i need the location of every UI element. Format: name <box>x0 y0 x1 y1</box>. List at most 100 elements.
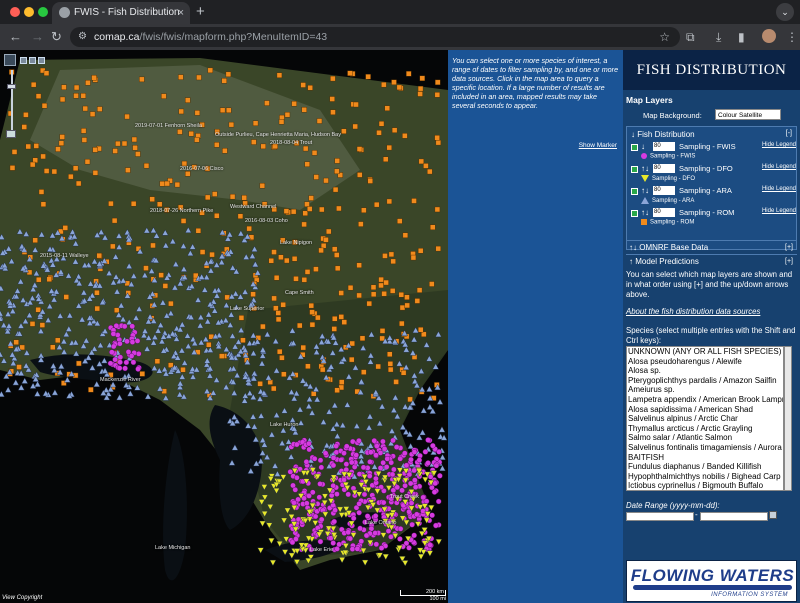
fwis-sample-marker[interactable] <box>124 338 130 345</box>
rom-sample-marker[interactable] <box>139 371 145 377</box>
rom-sample-marker[interactable] <box>19 344 25 351</box>
fwis-sample-marker[interactable] <box>349 546 356 552</box>
fwis-sample-marker[interactable] <box>388 459 395 466</box>
fwis-sample-marker[interactable] <box>317 538 324 545</box>
rom-sample-marker[interactable] <box>300 82 306 88</box>
fwis-sample-marker[interactable] <box>348 459 355 466</box>
fwis-sample-marker[interactable] <box>353 452 360 458</box>
rom-sample-marker[interactable] <box>41 103 48 109</box>
fwis-sample-marker[interactable] <box>294 474 300 481</box>
fwis-sample-marker[interactable] <box>330 462 337 469</box>
rom-sample-marker[interactable] <box>275 310 281 316</box>
rom-sample-marker[interactable] <box>430 224 436 230</box>
rom-sample-marker[interactable] <box>382 156 389 162</box>
fwis-sample-marker[interactable] <box>318 464 325 471</box>
rom-sample-marker[interactable] <box>131 136 138 143</box>
rom-sample-marker[interactable] <box>246 225 252 232</box>
rom-sample-marker[interactable] <box>373 201 380 208</box>
hide-legend-link[interactable]: Hide Legend <box>762 208 796 214</box>
fwis-sample-marker[interactable] <box>373 541 380 548</box>
rom-sample-marker[interactable] <box>376 130 382 136</box>
species-option[interactable]: BAITFISH <box>627 453 783 463</box>
dfo-sample-marker[interactable] <box>269 559 277 567</box>
fwis-sample-marker[interactable] <box>412 484 419 490</box>
rom-sample-marker[interactable] <box>429 281 435 287</box>
rom-sample-marker[interactable] <box>334 265 341 272</box>
fwis-sample-marker[interactable] <box>378 545 385 551</box>
rom-sample-marker[interactable] <box>82 105 89 112</box>
dfo-sample-marker[interactable] <box>421 476 429 484</box>
dfo-sample-marker[interactable] <box>401 560 409 567</box>
rom-sample-marker[interactable] <box>195 228 202 234</box>
fwis-sample-marker[interactable] <box>401 450 408 457</box>
fwis-sample-marker[interactable] <box>411 449 418 455</box>
rom-sample-marker[interactable] <box>92 170 99 176</box>
rom-sample-marker[interactable] <box>221 78 227 84</box>
rom-sample-marker[interactable] <box>332 186 339 193</box>
fwis-sample-marker[interactable] <box>394 484 401 491</box>
rom-sample-marker[interactable] <box>115 140 121 147</box>
fwis-sample-marker[interactable] <box>383 464 390 470</box>
rom-sample-marker[interactable] <box>11 149 18 155</box>
rom-sample-marker[interactable] <box>308 195 314 201</box>
ara-sample-marker[interactable] <box>439 453 446 461</box>
side-panel-icon[interactable]: ▮ <box>738 29 745 45</box>
rom-sample-marker[interactable] <box>185 171 191 177</box>
fwis-sample-marker[interactable] <box>331 518 338 525</box>
rom-sample-marker[interactable] <box>96 252 102 259</box>
rom-sample-marker[interactable] <box>417 85 424 92</box>
rom-sample-marker[interactable] <box>336 205 342 212</box>
rom-sample-marker[interactable] <box>40 201 47 207</box>
fwis-sample-marker[interactable] <box>343 466 350 473</box>
rom-sample-marker[interactable] <box>391 127 398 133</box>
fwis-sample-marker[interactable] <box>356 437 362 444</box>
rom-sample-marker[interactable] <box>135 151 141 157</box>
rom-sample-marker[interactable] <box>241 194 247 201</box>
rom-sample-marker[interactable] <box>209 251 215 258</box>
rom-sample-marker[interactable] <box>334 168 340 175</box>
rom-sample-marker[interactable] <box>399 304 406 311</box>
rom-sample-marker[interactable] <box>35 93 42 99</box>
rom-sample-marker[interactable] <box>111 217 118 224</box>
rom-sample-marker[interactable] <box>164 180 170 187</box>
rom-sample-marker[interactable] <box>365 74 371 80</box>
hide-legend-link[interactable]: Hide Legend <box>762 186 796 192</box>
rom-sample-marker[interactable] <box>92 147 98 153</box>
fwis-sample-marker[interactable] <box>330 540 336 546</box>
ara-sample-marker[interactable] <box>127 390 134 397</box>
rom-sample-marker[interactable] <box>370 284 377 291</box>
rom-sample-marker[interactable] <box>159 181 166 187</box>
rom-sample-marker[interactable] <box>331 246 338 252</box>
rom-sample-marker[interactable] <box>59 96 66 103</box>
rom-sample-marker[interactable] <box>418 327 424 333</box>
fwis-sample-marker[interactable] <box>399 487 405 494</box>
fwis-sample-marker[interactable] <box>135 351 142 357</box>
rom-sample-marker[interactable] <box>161 93 167 99</box>
rom-sample-marker[interactable] <box>94 290 100 296</box>
pan-control-icon[interactable] <box>4 54 16 66</box>
extensions-puzzle-icon[interactable]: ⧉ <box>686 29 695 45</box>
fwis-sample-marker[interactable] <box>431 489 438 495</box>
fwis-sample-marker[interactable] <box>294 441 300 448</box>
map-background-select[interactable]: Colour Satellite <box>715 109 781 120</box>
rom-sample-marker[interactable] <box>404 294 410 300</box>
fwis-sample-marker[interactable] <box>332 507 338 514</box>
show-marker-link[interactable]: Show Marker <box>579 142 617 149</box>
layer-opacity-select[interactable]: 80 <box>653 142 675 151</box>
rom-sample-marker[interactable] <box>402 133 408 139</box>
rom-sample-marker[interactable] <box>276 72 283 78</box>
rom-sample-marker[interactable] <box>174 181 181 188</box>
rom-sample-marker[interactable] <box>302 145 309 152</box>
rom-sample-marker[interactable] <box>416 287 423 293</box>
rom-sample-marker[interactable] <box>39 322 46 328</box>
fwis-sample-marker[interactable] <box>312 513 319 520</box>
rom-sample-marker[interactable] <box>219 353 225 359</box>
model-arrows[interactable]: ↑ <box>629 257 633 266</box>
rom-sample-marker[interactable] <box>30 81 37 88</box>
fwis-sample-marker[interactable] <box>361 491 368 498</box>
rom-sample-marker[interactable] <box>379 328 386 334</box>
rom-sample-marker[interactable] <box>180 218 187 224</box>
rom-sample-marker[interactable] <box>308 302 315 309</box>
rom-sample-marker[interactable] <box>356 292 362 299</box>
omnrf-arrows[interactable]: ↑↓ <box>629 243 637 252</box>
